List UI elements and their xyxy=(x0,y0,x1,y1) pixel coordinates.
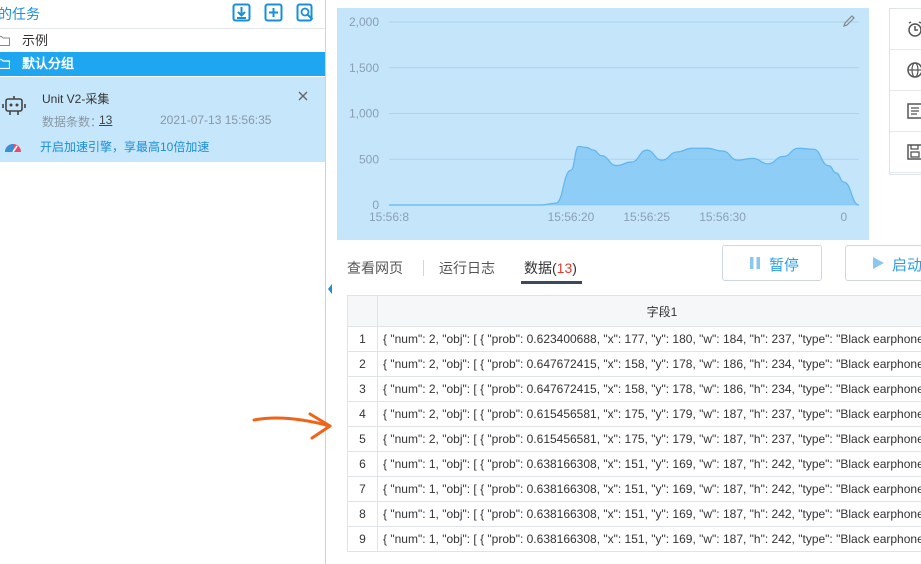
folder-default-group[interactable]: 默认分组 xyxy=(0,52,325,76)
table-row[interactable]: 2{ "num": 2, "obj": [ { "prob": 0.647672… xyxy=(347,351,921,377)
save-button[interactable] xyxy=(890,132,921,173)
table-row[interactable]: 4{ "num": 2, "obj": [ { "prob": 0.615456… xyxy=(347,401,921,427)
row-index: 6 xyxy=(347,451,378,477)
folder-label: 默认分组 xyxy=(22,56,75,71)
tab-data-close: ) xyxy=(572,260,577,276)
folder-icon xyxy=(0,36,10,46)
row-value[interactable]: { "num": 2, "obj": [ { "prob": 0.6154565… xyxy=(377,426,921,452)
tab-view-webpage[interactable]: 查看网页 xyxy=(347,258,403,278)
table-row[interactable]: 5{ "num": 2, "obj": [ { "prob": 0.615456… xyxy=(347,426,921,452)
y-tick-label: 1,500 xyxy=(349,61,379,75)
collapse-handle-icon[interactable] xyxy=(326,282,334,296)
row-index: 1 xyxy=(347,326,378,352)
robot-icon xyxy=(2,96,26,115)
list-button[interactable] xyxy=(890,91,921,132)
table-row[interactable]: 8{ "num": 1, "obj": [ { "prob": 0.638166… xyxy=(347,501,921,527)
row-value[interactable]: { "num": 1, "obj": [ { "prob": 0.6381663… xyxy=(377,476,921,502)
row-value[interactable]: { "num": 2, "obj": [ { "prob": 0.6154565… xyxy=(377,401,921,427)
index-header xyxy=(347,295,378,327)
right-toolbar xyxy=(889,8,921,175)
table-row[interactable]: 1{ "num": 2, "obj": [ { "prob": 0.623400… xyxy=(347,326,921,352)
speedometer-icon xyxy=(5,144,21,153)
active-tab-indicator xyxy=(521,281,582,284)
speed-chart: 0 500 1,000 1,500 2,000 15:56:8 15:56:20 15:56:… xyxy=(337,8,869,240)
list-icon xyxy=(907,103,921,119)
start-label: 启动 xyxy=(892,257,921,274)
download-icon[interactable] xyxy=(232,3,251,22)
table-header-row: 字段1 xyxy=(347,295,921,327)
row-index: 7 xyxy=(347,476,378,502)
task-timestamp: 2021-07-13 15:56:35 xyxy=(160,113,272,127)
y-tick-label: 2,000 xyxy=(349,15,379,29)
row-index: 5 xyxy=(347,426,378,452)
search-task-icon[interactable] xyxy=(296,3,315,22)
task-item[interactable]: Unit V2-采集 数据条数： 13 2021-07-13 15:56:35 … xyxy=(0,77,325,162)
add-task-icon[interactable] xyxy=(264,3,283,22)
x-tick-label: 15:56:8 xyxy=(369,210,409,224)
chart-canvas: 0 500 1,000 1,500 2,000 15:56:8 15:56:20 15:56:… xyxy=(349,15,860,224)
x-tick-label: 15:56:30 xyxy=(699,210,746,224)
row-value[interactable]: { "num": 1, "obj": [ { "prob": 0.6381663… xyxy=(377,451,921,477)
save-icon xyxy=(907,144,921,160)
task-name[interactable]: Unit V2-采集 xyxy=(42,90,109,107)
row-value[interactable]: { "num": 1, "obj": [ { "prob": 0.6381663… xyxy=(377,526,921,552)
row-index: 3 xyxy=(347,376,378,402)
column-header[interactable]: 字段1 xyxy=(377,295,921,327)
table-row[interactable]: 6{ "num": 1, "obj": [ { "prob": 0.638166… xyxy=(347,451,921,477)
tab-bar: 查看网页 运行日志 数据(13) xyxy=(337,248,737,284)
row-value[interactable]: { "num": 2, "obj": [ { "prob": 0.6476724… xyxy=(377,376,921,402)
pause-label: 暂停 xyxy=(769,257,800,274)
tab-run-log[interactable]: 运行日志 xyxy=(439,258,495,278)
row-index: 9 xyxy=(347,526,378,552)
folder-label: 示例 xyxy=(22,33,49,48)
annotation-arrow-icon xyxy=(252,412,332,440)
pause-icon xyxy=(750,257,760,269)
y-tick-label: 500 xyxy=(359,152,379,166)
row-index: 2 xyxy=(347,351,378,377)
x-tick-label: 15:56:25 xyxy=(623,210,670,224)
table-row[interactable]: 7{ "num": 1, "obj": [ { "prob": 0.638166… xyxy=(347,476,921,502)
edit-icon[interactable] xyxy=(841,13,857,29)
close-icon[interactable] xyxy=(297,90,309,102)
task-sidebar: 的任务 示例 默认分组 Unit V2-采集 数据条数： 13 2021-07-… xyxy=(0,0,326,564)
row-index: 8 xyxy=(347,501,378,527)
row-index: 4 xyxy=(347,401,378,427)
tab-data[interactable]: 数据(13) xyxy=(524,258,577,278)
alarm-button[interactable] xyxy=(890,9,921,50)
task-count-link[interactable]: 13 xyxy=(99,113,112,127)
sidebar-header: 的任务 xyxy=(0,0,325,27)
folder-example[interactable]: 示例 xyxy=(0,28,325,53)
tab-data-label: 数据( xyxy=(524,260,557,276)
table-row[interactable]: 9{ "num": 1, "obj": [ { "prob": 0.638166… xyxy=(347,526,921,552)
y-tick-label: 1,000 xyxy=(349,107,379,121)
tab-divider xyxy=(423,260,424,276)
tab-data-count: 13 xyxy=(556,260,573,276)
start-button[interactable]: 启动 xyxy=(845,245,921,281)
play-icon xyxy=(873,257,884,269)
pause-button[interactable]: 暂停 xyxy=(722,245,822,281)
folder-icon xyxy=(0,58,10,69)
task-count-label: 数据条数： xyxy=(42,115,103,129)
globe-button[interactable] xyxy=(890,50,921,91)
row-value[interactable]: { "num": 2, "obj": [ { "prob": 0.6234006… xyxy=(377,326,921,352)
speed-engine-link[interactable]: 开启加速引擎，享最高10倍加速 xyxy=(40,138,209,155)
globe-icon xyxy=(907,62,921,78)
table-row[interactable]: 3{ "num": 2, "obj": [ { "prob": 0.647672… xyxy=(347,376,921,402)
data-table: 字段1 1{ "num": 2, "obj": [ { "prob": 0.62… xyxy=(347,295,921,557)
row-value[interactable]: { "num": 2, "obj": [ { "prob": 0.6476724… xyxy=(377,351,921,377)
row-value[interactable]: { "num": 1, "obj": [ { "prob": 0.6381663… xyxy=(377,501,921,527)
sidebar-title: 的任务 xyxy=(0,6,40,22)
alarm-icon xyxy=(908,21,921,37)
x-tick-label: 15:56:20 xyxy=(548,210,595,224)
x-tick-label: 0 xyxy=(840,210,847,224)
